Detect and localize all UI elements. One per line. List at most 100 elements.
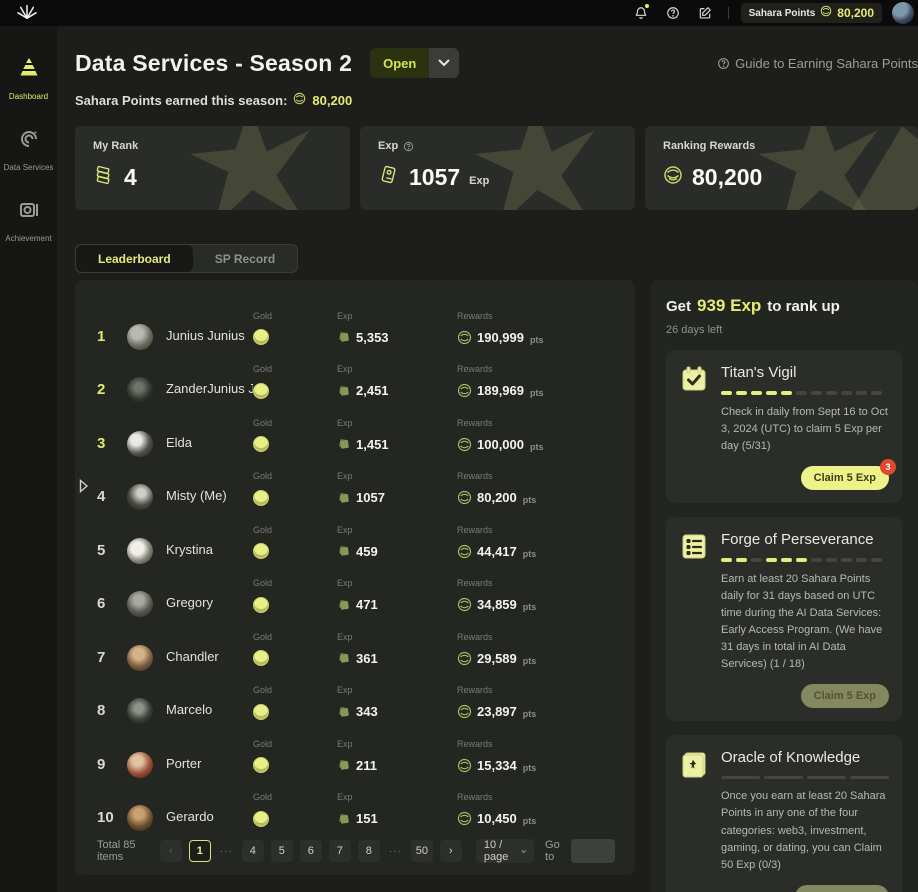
exp-help-icon[interactable] <box>403 141 414 152</box>
exp-value: 1,451 <box>356 437 389 452</box>
rank-number: 6 <box>97 595 127 613</box>
page-button-5[interactable]: 5 <box>271 840 293 862</box>
user-avatar[interactable] <box>892 2 914 24</box>
my-rank-label: My Rank <box>93 140 332 152</box>
coin-icon <box>457 490 472 505</box>
rewards-value: 80,200 <box>477 490 517 505</box>
pts-suffix: pts <box>523 495 537 506</box>
rank-number: 2 <box>97 381 127 399</box>
gold-coin-icon <box>253 383 269 399</box>
exp-column-label: Exp <box>337 632 457 642</box>
leaderboard-card: 1 Junius Junius Gold Exp5,353 Rewards190… <box>75 280 635 875</box>
exp-value: 151 <box>356 811 378 826</box>
exp-card: Exp 1057 Exp <box>360 126 635 210</box>
table-row-me[interactable]: 4 Misty (Me) Gold Exp1057 Rewards80,200p… <box>97 453 615 507</box>
claim-exp-button-disabled[interactable]: Claim 5 Exp <box>801 684 889 708</box>
table-row[interactable]: 5 Krystina Gold Exp459 Rewards44,417pts <box>97 506 615 560</box>
pagination-ellipsis: ··· <box>218 846 235 857</box>
page-title: Data Services - Season 2 <box>75 50 352 77</box>
gold-column-label: Gold <box>253 739 337 749</box>
page-button-6[interactable]: 6 <box>300 840 322 862</box>
pts-suffix: pts <box>523 602 537 613</box>
page-size-select[interactable]: 10 / page <box>476 839 534 863</box>
stat-cards: My Rank 4 Exp <box>75 126 918 210</box>
quest-card-titans-vigil: Titan's Vigil Check in daily from Sept 1… <box>666 350 902 503</box>
gold-coin-icon <box>253 329 269 345</box>
edit-icon[interactable] <box>696 4 714 22</box>
exp-value: 471 <box>356 597 378 612</box>
sidebar-item-achievement[interactable]: Achievement <box>0 198 57 243</box>
coin-icon <box>293 92 306 108</box>
sidebar: Dashboard Data Services Achievement <box>0 26 57 892</box>
gold-column-label: Gold <box>253 685 337 695</box>
app-window: Sahara Points 80,200 Dashboard Data Serv… <box>0 0 918 892</box>
page-button-8[interactable]: 8 <box>358 840 380 862</box>
rewards-value: 189,969 <box>477 383 524 398</box>
tab-leaderboard[interactable]: Leaderboard <box>76 245 193 272</box>
pts-suffix: pts <box>523 656 537 667</box>
exp-column-label: Exp <box>337 471 457 481</box>
rank-number: 7 <box>97 649 127 667</box>
prev-page-button[interactable]: ‹ <box>160 840 182 862</box>
table-row[interactable]: 9 Porter Gold Exp211 Rewards15,334pts <box>97 720 615 774</box>
pagination-total: Total 85 items <box>97 839 145 863</box>
player-name: Gregory <box>153 595 253 613</box>
pts-suffix: pts <box>523 763 537 774</box>
rewards-value: 15,334 <box>477 758 517 773</box>
exp-stack-icon <box>337 812 351 826</box>
coin-icon <box>457 597 472 612</box>
exp-value: 1057 <box>356 490 385 505</box>
guide-link[interactable]: Guide to Earning Sahara Points <box>717 56 918 71</box>
table-row[interactable]: 3 Elda Gold Exp1,451 Rewards100,000pts <box>97 399 615 453</box>
exp-value: 343 <box>356 704 378 719</box>
gold-coin-icon <box>253 650 269 666</box>
exp-column-label: Exp <box>337 739 457 749</box>
tab-sp-record[interactable]: SP Record <box>193 245 297 272</box>
exp-column-label: Exp <box>337 525 457 535</box>
page-button-4[interactable]: 4 <box>242 840 264 862</box>
table-row[interactable]: 7 Chandler Gold Exp361 Rewards29,589pts <box>97 613 615 667</box>
rank-up-panel: Get 939 Exp to rank up 26 days left Tita… <box>650 280 918 892</box>
table-row[interactable]: 2 ZanderJunius J... Gold Exp2,451 Reward… <box>97 346 615 400</box>
rewards-column-label: Rewards <box>457 739 615 749</box>
sahara-logo-icon[interactable] <box>16 2 38 25</box>
rewards-column-label: Rewards <box>457 471 615 481</box>
rank-number: 4 <box>97 488 127 506</box>
page-button-50[interactable]: 50 <box>411 840 433 862</box>
claim-exp-button[interactable]: Claim 5 Exp <box>801 466 889 490</box>
sidebar-item-data-services[interactable]: Data Services <box>0 127 57 172</box>
exp-stack-icon <box>337 544 351 558</box>
table-row[interactable]: 6 Gregory Gold Exp471 Rewards34,859pts <box>97 560 615 614</box>
chevron-down-icon <box>429 48 459 78</box>
page-button-1[interactable]: 1 <box>189 840 211 862</box>
claim-exp-button-disabled[interactable]: Claim 50 Exp <box>795 885 889 892</box>
next-page-button[interactable]: › <box>440 840 462 862</box>
coin-icon <box>457 704 472 719</box>
rewards-column-label: Rewards <box>457 525 615 535</box>
exp-unit: Exp <box>469 175 489 187</box>
rank-number: 8 <box>97 702 127 720</box>
rank-number: 5 <box>97 542 127 560</box>
rewards-value: 29,589 <box>477 651 517 666</box>
page-button-7[interactable]: 7 <box>329 840 351 862</box>
season-status-dropdown[interactable]: Open <box>370 48 459 78</box>
gold-coin-icon <box>253 597 269 613</box>
rewards-value: 34,859 <box>477 597 517 612</box>
gold-coin-icon <box>253 811 269 827</box>
table-row[interactable]: 8 Marcelo Gold Exp343 Rewards23,897pts <box>97 667 615 721</box>
help-icon[interactable] <box>664 4 682 22</box>
player-name: ZanderJunius J... <box>153 381 253 399</box>
gold-coin-icon <box>253 704 269 720</box>
sidebar-item-dashboard[interactable]: Dashboard <box>0 56 57 101</box>
pagination: Total 85 items ‹ 1 ··· 4 5 6 7 8 ··· 50 … <box>97 839 615 863</box>
goto-page-input[interactable] <box>571 839 615 863</box>
sahara-points-badge[interactable]: Sahara Points 80,200 <box>741 3 882 23</box>
gold-coin-icon <box>253 543 269 559</box>
table-row[interactable]: 1 Junius Junius Gold Exp5,353 Rewards190… <box>97 292 615 346</box>
season-points-line: Sahara Points earned this season: 80,200 <box>75 92 918 108</box>
table-row[interactable]: 10 Gerardo Gold Exp151 Rewards10,450pts <box>97 774 615 828</box>
sidebar-item-label: Data Services <box>4 163 54 172</box>
avatar <box>127 805 153 831</box>
rank-stack-icon <box>93 164 115 191</box>
notification-bell-icon[interactable] <box>632 4 650 22</box>
